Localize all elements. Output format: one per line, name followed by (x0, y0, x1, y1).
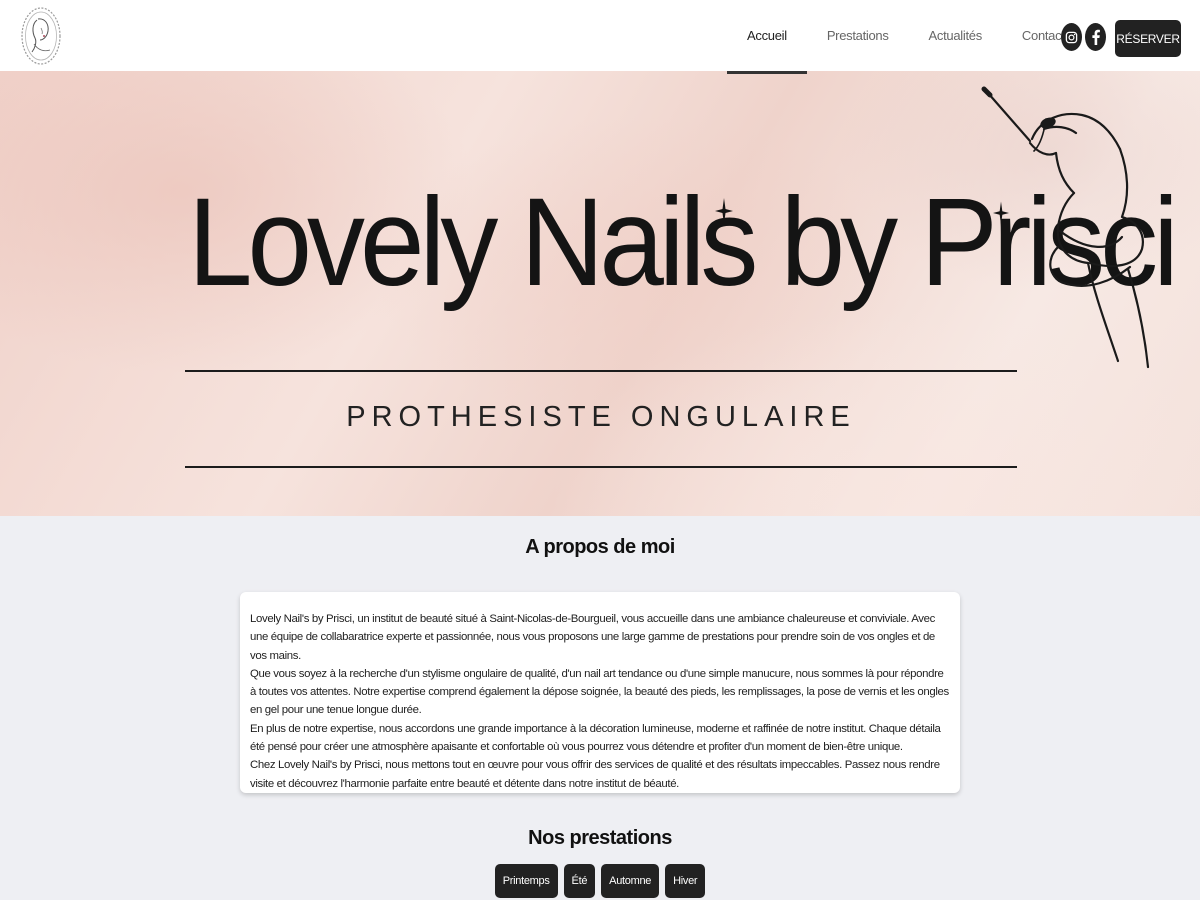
reserve-button[interactable]: RÉSERVER (1115, 20, 1181, 57)
hero-divider-bottom (185, 466, 1017, 468)
hero-divider-top (185, 370, 1017, 372)
facebook-icon[interactable] (1085, 23, 1106, 51)
about-card: Lovely Nail's by Prisci, un institut de … (240, 592, 960, 793)
season-button-automne[interactable]: Automne (601, 864, 660, 898)
about-paragraph: Chez Lovely Nail's by Prisci, nous metto… (250, 759, 940, 790)
main-nav: Accueil Prestations Actualités Contact (727, 0, 1085, 74)
services-title: Nos prestations (528, 827, 672, 849)
season-button-ete[interactable]: Été (563, 864, 596, 898)
site-header: Accueil Prestations Actualités Contact R… (0, 0, 1200, 74)
hero-subtitle: PROTHESISTE ONGULAIRE (346, 401, 856, 433)
sparkle-icon (715, 198, 733, 224)
hand-illustration (981, 86, 1150, 369)
about-paragraph: Que vous soyez à la recherche d'un styli… (250, 667, 949, 717)
instagram-icon[interactable] (1061, 23, 1082, 51)
about-paragraph: Lovely Nail's by Prisci, un institut de … (250, 613, 935, 662)
logo-icon[interactable] (20, 6, 62, 66)
nav-accueil[interactable]: Accueil (727, 0, 807, 74)
season-button-hiver[interactable]: Hiver (665, 864, 706, 898)
hero-banner: Lovely Nails by Prisci PROTHESISTE ONGUL… (0, 71, 1200, 516)
season-filter: Printemps Été Automne Hiver (0, 864, 1200, 898)
about-paragraph: En plus de notre expertise, nous accordo… (250, 722, 941, 754)
season-button-printemps[interactable]: Printemps (494, 864, 558, 898)
nav-prestations[interactable]: Prestations (807, 0, 909, 71)
about-title: A propos de moi (525, 536, 675, 558)
nav-actualites[interactable]: Actualités (909, 0, 1002, 71)
